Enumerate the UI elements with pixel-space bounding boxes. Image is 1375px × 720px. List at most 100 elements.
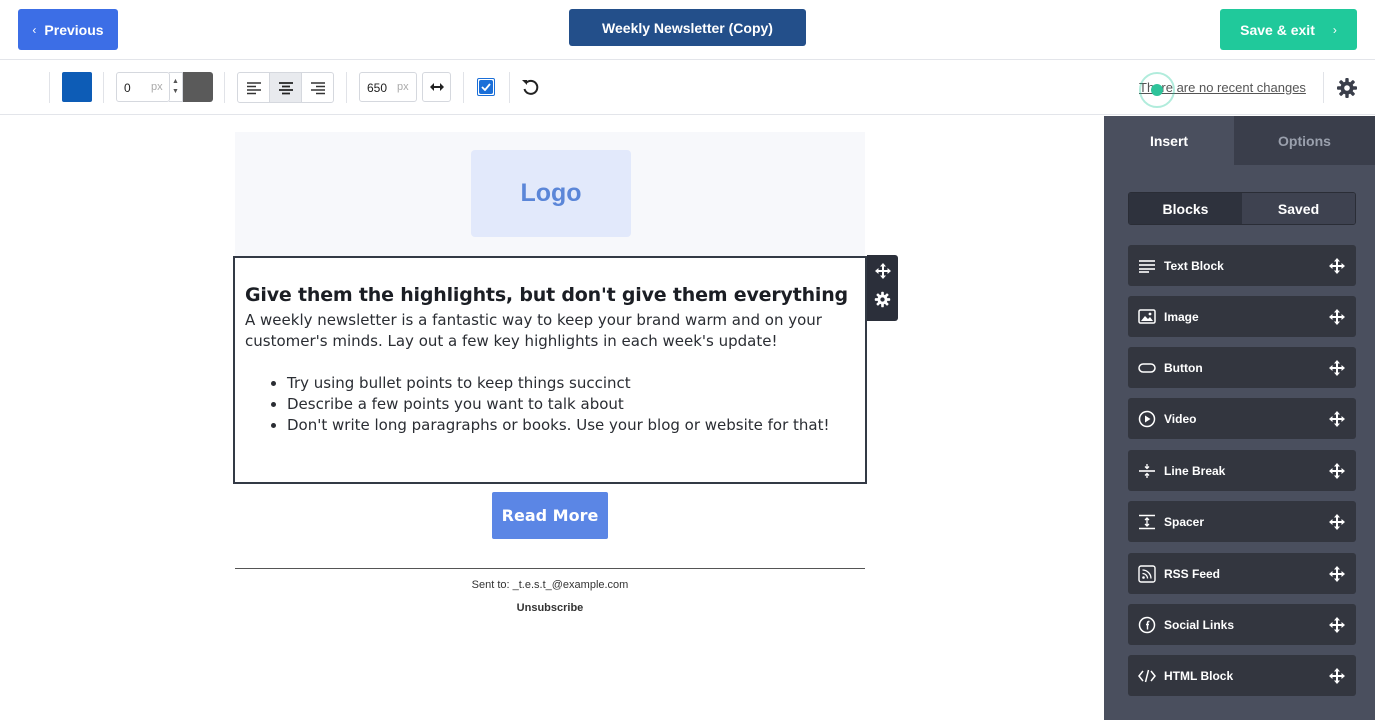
drag-handle-icon[interactable] <box>1328 616 1346 634</box>
block-toolbar <box>867 255 898 321</box>
insert-panel: Insert Options Blocks Saved Text Block I… <box>1104 116 1375 720</box>
tab-options[interactable]: Options <box>1234 116 1375 165</box>
tab-insert[interactable]: Insert <box>1104 116 1234 165</box>
footer-divider <box>235 568 865 569</box>
block-item-label: Video <box>1164 411 1197 426</box>
toolbar-divider <box>49 72 50 103</box>
block-item-social-links[interactable]: Social Links <box>1128 604 1356 645</box>
unsubscribe-link[interactable]: Unsubscribe <box>235 602 865 614</box>
undo-icon <box>522 79 539 95</box>
top-bar: ‹ Previous Weekly Newsletter (Copy) Save… <box>0 0 1375 60</box>
campaign-title[interactable]: Weekly Newsletter (Copy) <box>569 9 806 46</box>
toolbar-divider <box>346 72 347 103</box>
line-break-icon <box>1138 462 1156 480</box>
toolbar-divider <box>103 72 104 103</box>
block-item-label: RSS Feed <box>1164 566 1221 581</box>
code-icon <box>1138 667 1156 685</box>
image-icon <box>1138 308 1156 326</box>
previous-button[interactable]: ‹ Previous <box>18 9 118 50</box>
sent-to-text: Sent to: _t.e.s.t_@example.com <box>471 579 629 591</box>
align-left-icon <box>246 81 261 94</box>
undo-button[interactable] <box>520 77 540 102</box>
text-lines-icon <box>1138 257 1156 275</box>
block-item-label: Social Links <box>1164 617 1235 632</box>
border-width-value: 0 <box>124 81 131 95</box>
email-intro-paragraph[interactable]: A weekly newsletter is a fantastic way t… <box>245 310 855 352</box>
block-item-label: Image <box>1164 309 1199 324</box>
border-style-color-swatch[interactable] <box>183 72 213 102</box>
content-width-unit: px <box>397 81 409 93</box>
settings-gear-icon[interactable] <box>1336 77 1358 104</box>
blocks-saved-toggle: Blocks Saved <box>1128 192 1356 225</box>
block-item-label: Text Block <box>1164 258 1224 273</box>
block-item-line-break[interactable]: Line Break <box>1128 450 1356 491</box>
block-item-spacer[interactable]: Spacer <box>1128 501 1356 542</box>
border-width-stepper[interactable]: ▲ ▼ <box>169 72 183 102</box>
facebook-circle-icon <box>1138 616 1156 634</box>
block-item-button[interactable]: Button <box>1128 347 1356 388</box>
list-item[interactable]: Don't write long paragraphs or books. Us… <box>287 415 855 436</box>
email-heading[interactable]: Give them the highlights, but don't give… <box>245 284 855 306</box>
panel-tabs: Insert Options <box>1104 116 1375 165</box>
toolbar-divider <box>1323 72 1324 103</box>
toolbar-divider <box>224 72 225 103</box>
drag-handle-icon[interactable] <box>1328 462 1346 480</box>
read-more-button[interactable]: Read More <box>492 492 608 539</box>
drag-handle-icon[interactable] <box>1328 257 1346 275</box>
arrows-horizontal-icon <box>429 83 444 91</box>
align-right-button[interactable] <box>302 73 333 102</box>
segment-blocks[interactable]: Blocks <box>1129 193 1242 224</box>
block-item-label: HTML Block <box>1164 668 1234 683</box>
content-width-value: 650 <box>367 81 388 95</box>
play-circle-icon <box>1138 410 1156 428</box>
drag-handle-icon[interactable] <box>1328 565 1346 583</box>
selected-text-block[interactable]: Give them the highlights, but don't give… <box>233 256 867 484</box>
toolbar-divider <box>463 72 464 103</box>
save-exit-label: Save & exit <box>1240 21 1315 38</box>
block-item-rss-feed[interactable]: RSS Feed <box>1128 553 1356 594</box>
drag-handle-icon[interactable] <box>1328 667 1346 685</box>
drag-handle-icon[interactable] <box>1328 308 1346 326</box>
align-center-button[interactable] <box>270 73 302 102</box>
rss-icon <box>1138 564 1156 583</box>
drag-handle-icon[interactable] <box>1328 410 1346 428</box>
chevron-right-icon: › <box>1332 22 1337 37</box>
option-checkbox[interactable] <box>477 78 495 96</box>
checkmark-icon <box>481 83 491 91</box>
toolbar-divider <box>509 72 510 103</box>
full-width-toggle-button[interactable] <box>422 72 451 102</box>
segment-saved[interactable]: Saved <box>1242 193 1355 224</box>
alignment-group <box>237 72 334 103</box>
block-item-label: Line Break <box>1164 463 1226 478</box>
list-item[interactable]: Try using bullet points to keep things s… <box>287 373 855 394</box>
align-center-icon <box>278 81 293 94</box>
logo-placeholder[interactable]: Logo <box>471 150 631 237</box>
block-settings-gear-icon[interactable] <box>874 291 891 313</box>
button-pill-icon <box>1138 359 1156 377</box>
border-width-input[interactable]: 0 px <box>116 72 170 102</box>
content-width-input[interactable]: 650 px <box>359 72 417 102</box>
move-arrows-icon[interactable] <box>874 262 891 284</box>
drag-handle-icon[interactable] <box>1328 359 1346 377</box>
email-bullet-list[interactable]: Try using bullet points to keep things s… <box>287 373 855 436</box>
border-color-swatch[interactable] <box>62 72 92 102</box>
stepper-up-icon[interactable]: ▲ <box>172 77 179 87</box>
block-item-html-block[interactable]: HTML Block <box>1128 655 1356 696</box>
save-exit-button[interactable]: Save & exit › <box>1220 9 1357 50</box>
email-canvas: Logo Give them the highlights, but don't… <box>0 116 1104 720</box>
chevron-left-icon: ‹ <box>32 22 37 37</box>
block-item-label: Button <box>1164 360 1203 375</box>
stepper-down-icon[interactable]: ▼ <box>172 87 179 97</box>
drag-handle-icon[interactable] <box>1328 513 1346 531</box>
align-left-button[interactable] <box>238 73 270 102</box>
block-item-video[interactable]: Video <box>1128 398 1356 439</box>
align-right-icon <box>310 81 325 94</box>
tour-hotspot-marker[interactable] <box>1139 72 1175 108</box>
spacer-icon <box>1138 513 1156 531</box>
block-item-text-block[interactable]: Text Block <box>1128 245 1356 286</box>
block-item-image[interactable]: Image <box>1128 296 1356 337</box>
previous-label: Previous <box>44 21 104 38</box>
block-item-label: Spacer <box>1164 514 1205 529</box>
list-item[interactable]: Describe a few points you want to talk a… <box>287 394 855 415</box>
border-width-unit: px <box>151 81 163 93</box>
